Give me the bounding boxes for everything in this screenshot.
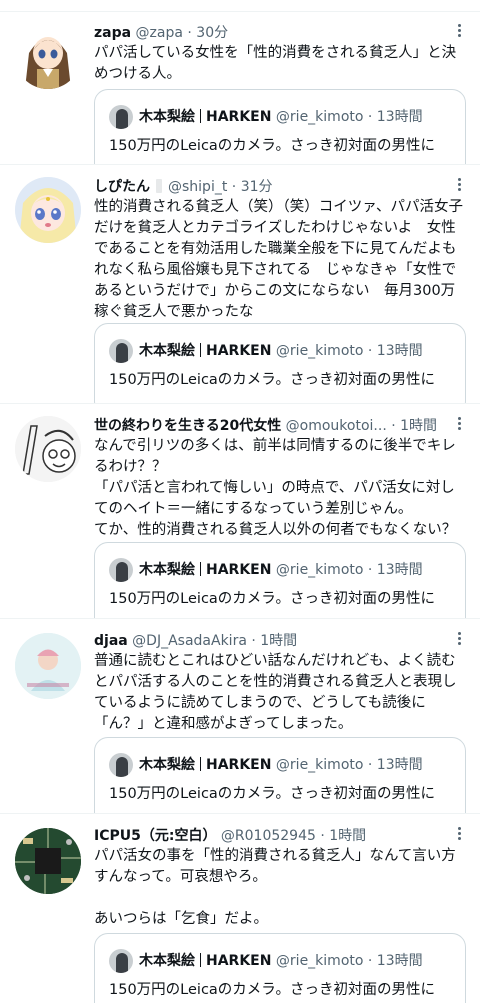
tweet-header: zapa @zapa · 30分 (94, 22, 450, 44)
quoted-tweet[interactable]: 木本梨絵 HARKEN @rie_kimoto · 13時間 150万円のLeic… (94, 542, 466, 618)
quoted-tweet-header: 木本梨絵 HARKEN @rie_kimoto · 13時間 (109, 104, 423, 130)
quoted-avatar (109, 558, 133, 582)
quoted-timestamp: 13時間 (376, 343, 423, 359)
quoted-avatar (109, 753, 133, 777)
tweet[interactable]: zapa @zapa · 30分 パパ活している女性を「性的消費をされる貧乏人」… (0, 12, 480, 165)
separator-dot: · (251, 633, 256, 649)
quoted-timestamp: 13時間 (376, 562, 423, 578)
quoted-display-name: 木本梨絵 HARKEN (139, 109, 272, 125)
quoted-timestamp: 13時間 (376, 953, 423, 969)
quoted-timestamp: 13時間 (376, 757, 423, 773)
timestamp[interactable]: 30分 (196, 25, 228, 41)
tweet-header: ICPU5（元:空白） @R01052945 · 1時間 (94, 825, 450, 847)
display-name[interactable]: 世の終わりを生きる20代女性 (94, 418, 281, 434)
quoted-display-name: 木本梨絵 HARKEN (139, 343, 272, 359)
quoted-avatar (109, 339, 133, 363)
quoted-avatar (109, 105, 133, 129)
quoted-handle: @rie_kimoto (275, 343, 364, 359)
timestamp[interactable]: 1時間 (260, 633, 297, 649)
quoted-handle: @rie_kimoto (275, 953, 364, 969)
separator-dot: · (367, 953, 373, 969)
quoted-text: 150万円のLeicaのカメラ。さっき初対面の男性に (109, 982, 436, 998)
quoted-display-name: 木本梨絵 HARKEN (139, 953, 272, 969)
tweet-header: 世の終わりを生きる20代女性 @omoukotoi... · 1時間 (94, 415, 450, 437)
separator-dot: · (367, 343, 373, 359)
display-name[interactable]: zapa (94, 25, 131, 41)
separator-dot: · (320, 828, 325, 844)
quoted-text: 150万円のLeicaのカメラ。さっき初対面の男性に (109, 591, 436, 607)
timestamp[interactable]: 1時間 (329, 828, 366, 844)
display-name[interactable]: しぴたん (94, 179, 150, 195)
quoted-tweet-header: 木本梨絵 HARKEN @rie_kimoto · 13時間 (109, 752, 423, 778)
separator-dot: · (367, 109, 373, 125)
quoted-tweet[interactable]: 木本梨絵 HARKEN @rie_kimoto · 13時間 150万円のLeic… (94, 737, 466, 813)
tweet[interactable]: djaa @DJ_AsadaAkira · 1時間 普通に読むとこれはひどい話な… (0, 620, 480, 814)
tweet-header: djaa @DJ_AsadaAkira · 1時間 (94, 630, 450, 652)
quoted-display-name: 木本梨絵 HARKEN (139, 757, 272, 773)
user-handle[interactable]: @R01052945 (221, 828, 316, 844)
tweet-text: 性的消費される貧乏人（笑）（笑）コイツァ、パパ活女子だけを貧乏人とカテゴライズし… (94, 199, 464, 320)
top-divider (0, 0, 480, 12)
quoted-text: 150万円のLeicaのカメラ。さっき初対面の男性に (109, 138, 436, 154)
avatar[interactable] (15, 23, 81, 89)
quoted-handle: @rie_kimoto (275, 757, 364, 773)
quoted-text: 150万円のLeicaのカメラ。さっき初対面の男性に (109, 786, 436, 802)
quoted-handle: @rie_kimoto (275, 562, 364, 578)
name-emoji-icon (156, 179, 162, 193)
separator-dot: · (391, 418, 396, 434)
quoted-avatar (109, 949, 133, 973)
tweet-text: 普通に読むとこれはひどい話なんだけれども、よく読むとパパ活する人のことを性的消費… (94, 653, 457, 732)
tweet-text: パパ活している女性を「性的消費をされる貧乏人」と決めつける人。 (94, 45, 457, 82)
more-options-icon[interactable] (456, 176, 462, 194)
tweet-header: しぴたん @shipi_t · 31分 (94, 176, 450, 198)
tweet[interactable]: しぴたん @shipi_t · 31分 性的消費される貧乏人（笑）（笑）コイツァ、… (0, 166, 480, 404)
more-options-icon[interactable] (456, 22, 462, 40)
tweet[interactable]: 世の終わりを生きる20代女性 @omoukotoi... · 1時間 なんで引リ… (0, 405, 480, 619)
separator-dot: · (231, 179, 237, 195)
quoted-tweet[interactable]: 木本梨絵 HARKEN @rie_kimoto · 13時間 150万円のLeic… (94, 323, 466, 403)
quoted-timestamp: 13時間 (376, 109, 423, 125)
user-handle[interactable]: @zapa (136, 25, 183, 41)
separator-dot: · (187, 25, 192, 41)
more-options-icon[interactable] (456, 825, 462, 843)
quoted-tweet-header: 木本梨絵 HARKEN @rie_kimoto · 13時間 (109, 338, 423, 364)
user-handle[interactable]: @DJ_AsadaAkira (132, 633, 247, 649)
display-name[interactable]: ICPU5（元:空白） (94, 828, 216, 844)
tweet[interactable]: ICPU5（元:空白） @R01052945 · 1時間 パパ活女の事を「性的消… (0, 815, 480, 1003)
quoted-tweet-header: 木本梨絵 HARKEN @rie_kimoto · 13時間 (109, 557, 423, 583)
avatar[interactable] (15, 416, 81, 482)
tweet-text: なんで引リツの多くは、前半は同情するのに後半でキレるわけ？？ 「パパ活と言われて… (94, 438, 457, 538)
separator-dot: · (367, 757, 373, 773)
display-name[interactable]: djaa (94, 633, 128, 649)
quoted-tweet[interactable]: 木本梨絵 HARKEN @rie_kimoto · 13時間 150万円のLeic… (94, 933, 466, 1003)
quoted-display-name: 木本梨絵 HARKEN (139, 562, 272, 578)
quoted-handle: @rie_kimoto (275, 109, 364, 125)
user-handle[interactable]: @shipi_t (168, 179, 227, 195)
timestamp[interactable]: 1時間 (400, 418, 437, 434)
avatar[interactable] (15, 177, 81, 243)
quoted-tweet[interactable]: 木本梨絵 HARKEN @rie_kimoto · 13時間 150万円のLeic… (94, 89, 466, 164)
avatar[interactable] (15, 633, 81, 699)
quoted-tweet-header: 木本梨絵 HARKEN @rie_kimoto · 13時間 (109, 948, 423, 974)
separator-dot: · (367, 562, 373, 578)
tweet-text: パパ活女の事を「性的消費される貧乏人」なんて言い方すんなって。可哀想やろ。 あい… (94, 848, 456, 927)
more-options-icon[interactable] (456, 630, 462, 648)
avatar[interactable] (15, 828, 81, 894)
more-options-icon[interactable] (456, 415, 462, 433)
quoted-text: 150万円のLeicaのカメラ。さっき初対面の男性に (109, 372, 436, 388)
user-handle[interactable]: @omoukotoi... (286, 418, 387, 434)
timestamp[interactable]: 31分 (241, 179, 273, 195)
